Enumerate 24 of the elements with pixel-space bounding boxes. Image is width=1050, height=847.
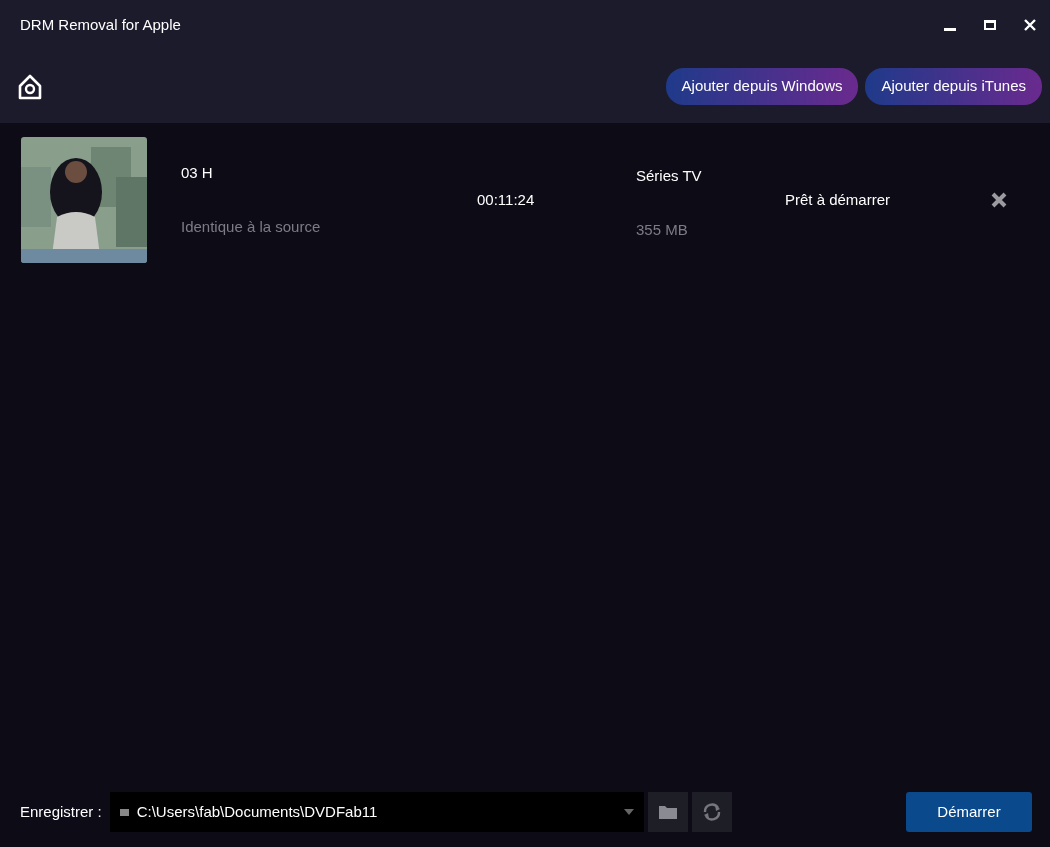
window-title: DRM Removal for Apple <box>20 14 181 35</box>
maximize-icon <box>984 19 996 31</box>
category-text: Séries TV <box>636 165 702 186</box>
add-button[interactable]: Ajouter depuis Windows <box>665 68 859 105</box>
caret-icon <box>623 809 634 815</box>
minimize-icon <box>944 27 956 31</box>
browse-button[interactable] <box>647 792 688 832</box>
close-icon <box>991 192 1007 208</box>
status-text: Prêt à démarrer <box>785 190 891 208</box>
remove-button[interactable] <box>991 192 1007 208</box>
close-icon <box>1024 19 1036 31</box>
path-dropdown[interactable]: C:\Users\fab\Documents\DVDFab11 <box>109 792 644 832</box>
refresh-button[interactable] <box>691 792 732 832</box>
start-button[interactable]: Démarrer <box>906 792 1032 832</box>
path-text: C:\Users\fab\Documents\DVDFab11 <box>136 801 378 822</box>
add-button[interactable]: Ajouter depuis iTunes <box>865 68 1042 105</box>
quality-text: Identique à la source <box>181 217 321 237</box>
save-label: Enregistrer : <box>20 801 102 822</box>
size-text: 355 MB <box>636 220 688 240</box>
home-icon[interactable] <box>16 72 44 101</box>
folder-icon <box>657 804 678 820</box>
duration-text: 00:11:24 <box>477 190 535 208</box>
item-title: 03 H <box>181 162 213 183</box>
folder-icon <box>119 808 129 816</box>
